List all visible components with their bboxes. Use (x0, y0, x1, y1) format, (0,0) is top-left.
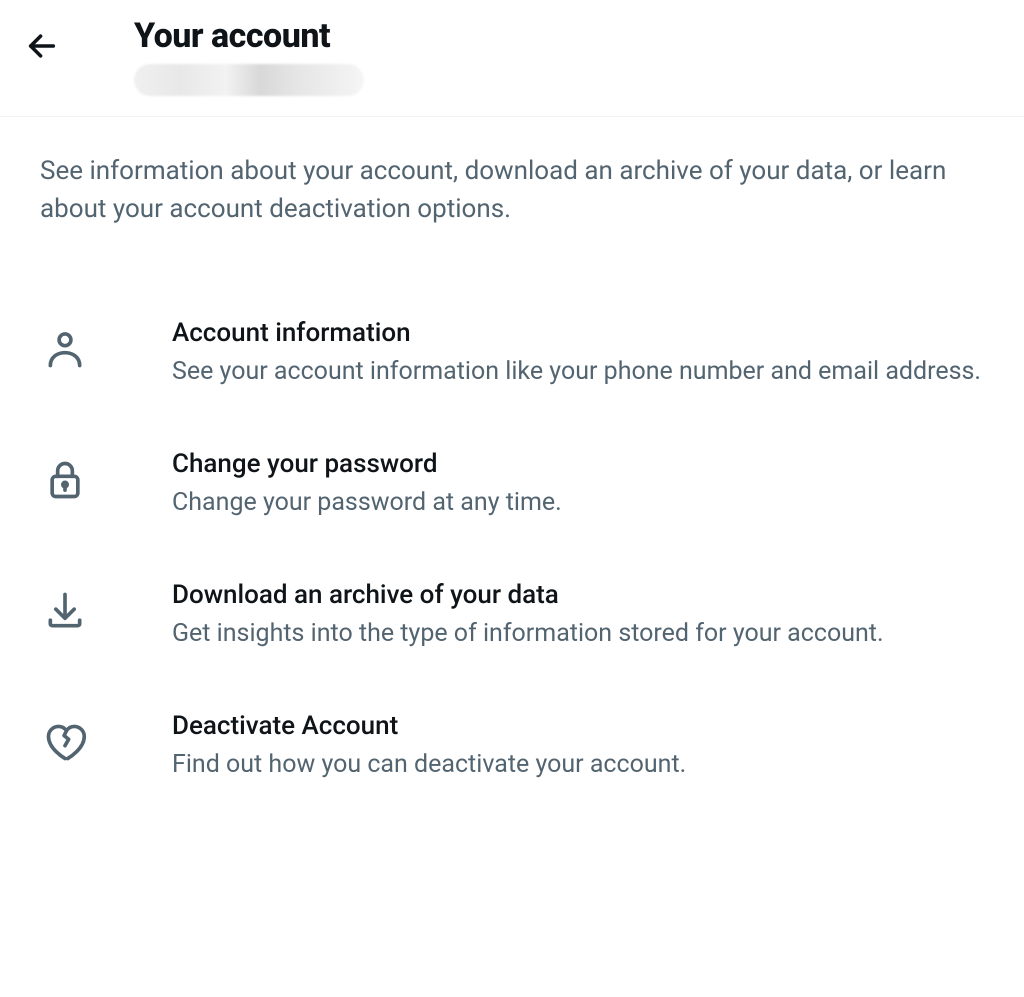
lock-icon (40, 455, 90, 505)
page-description: See information about your account, down… (0, 117, 1024, 248)
header-text: Your account (134, 16, 364, 96)
option-desc: Change your password at any time. (172, 485, 984, 520)
option-text: Deactivate Account Find out how you can … (172, 711, 984, 782)
option-title: Deactivate Account (172, 711, 984, 741)
option-account-information[interactable]: Account information See your account inf… (40, 288, 984, 419)
option-desc: Get insights into the type of informatio… (172, 616, 984, 651)
option-deactivate-account[interactable]: Deactivate Account Find out how you can … (40, 681, 984, 812)
back-button[interactable] (20, 24, 64, 68)
person-icon (40, 324, 90, 374)
option-change-password[interactable]: Change your password Change your passwor… (40, 419, 984, 550)
options-list: Account information See your account inf… (0, 248, 1024, 812)
page-title: Your account (134, 16, 364, 56)
option-text: Download an archive of your data Get ins… (172, 580, 984, 651)
option-text: Change your password Change your passwor… (172, 449, 984, 520)
option-text: Account information See your account inf… (172, 318, 984, 389)
arrow-left-icon (25, 29, 59, 63)
broken-heart-icon (40, 717, 90, 767)
option-title: Download an archive of your data (172, 580, 984, 610)
header: Your account (0, 0, 1024, 117)
username-redacted (134, 64, 364, 96)
option-desc: See your account information like your p… (172, 354, 984, 389)
option-title: Change your password (172, 449, 984, 479)
option-download-archive[interactable]: Download an archive of your data Get ins… (40, 550, 984, 681)
option-desc: Find out how you can deactivate your acc… (172, 747, 984, 782)
option-title: Account information (172, 318, 984, 348)
download-icon (40, 586, 90, 636)
